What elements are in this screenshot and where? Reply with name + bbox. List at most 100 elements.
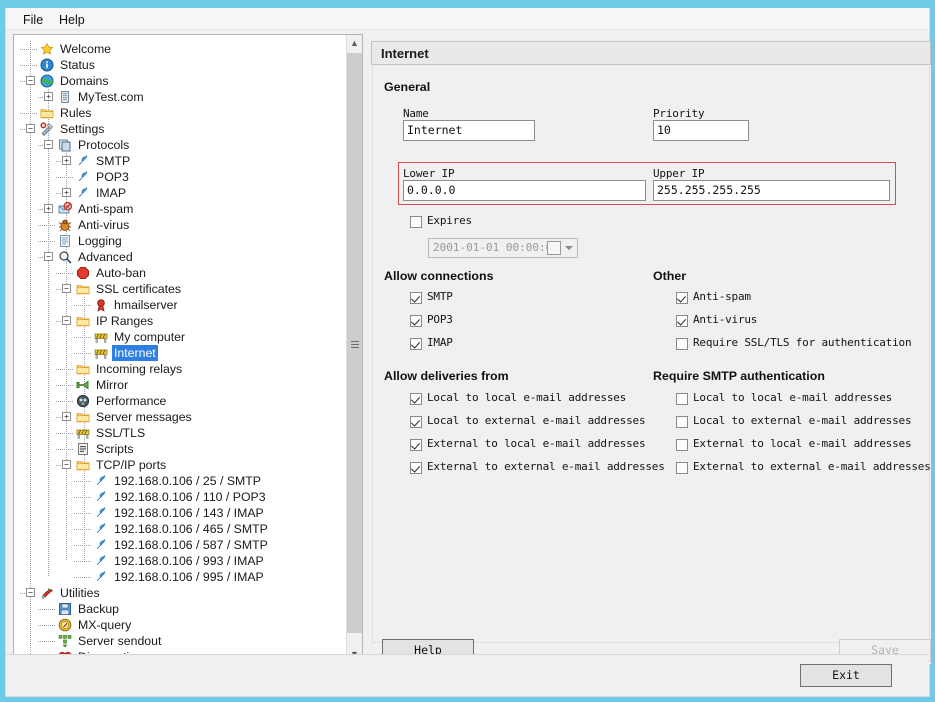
checkbox-unchecked-icon[interactable] bbox=[676, 462, 688, 474]
other-title: Other bbox=[653, 269, 687, 283]
tree-item-auto-ban[interactable]: Auto-ban bbox=[14, 265, 347, 281]
tree-item-ip-ranges[interactable]: − IP Ranges bbox=[14, 313, 347, 329]
collapse-icon[interactable]: − bbox=[44, 252, 53, 261]
tree-item-label: SSL certificates bbox=[96, 282, 181, 296]
collapse-icon[interactable]: − bbox=[62, 316, 71, 325]
tree-item-tcp-ip-ports[interactable]: − TCP/IP ports bbox=[14, 457, 347, 473]
tree-item-192-168-0-106-25-smtp[interactable]: 192.168.0.106 / 25 / SMTP bbox=[14, 473, 347, 489]
tree-item-anti-virus[interactable]: Anti-virus bbox=[14, 217, 347, 233]
tree-node-list[interactable]: Welcome Status − Domains + MyTest.com Rules − Se… bbox=[14, 35, 347, 663]
expand-icon[interactable]: + bbox=[44, 204, 53, 213]
performance-icon bbox=[76, 394, 90, 408]
expires-date-picker[interactable]: 2001-01-01 00:00:00 bbox=[428, 238, 578, 258]
bottom-divider bbox=[6, 654, 929, 655]
expand-icon[interactable]: + bbox=[62, 412, 71, 421]
tree-item-mirror[interactable]: Mirror bbox=[14, 377, 347, 393]
expand-icon[interactable]: + bbox=[44, 92, 53, 101]
tree-connector bbox=[56, 433, 74, 434]
collapse-icon[interactable]: − bbox=[62, 460, 71, 469]
tree-item-imap[interactable]: + IMAP bbox=[14, 185, 347, 201]
tree-item-192-168-0-106-110-pop3[interactable]: 192.168.0.106 / 110 / POP3 bbox=[14, 489, 347, 505]
name-input[interactable]: Internet bbox=[403, 120, 535, 141]
tree-item-mytest-com[interactable]: + MyTest.com bbox=[14, 89, 347, 105]
tree-item-domains[interactable]: − Domains bbox=[14, 73, 347, 89]
require-smtp-auth-label: External to local e-mail addresses bbox=[693, 437, 912, 450]
tree-item-incoming-relays[interactable]: Incoming relays bbox=[14, 361, 347, 377]
checkbox-checked-icon[interactable] bbox=[410, 338, 422, 350]
checkbox-checked-icon[interactable] bbox=[676, 315, 688, 327]
scroll-up-icon[interactable]: ▲ bbox=[347, 35, 362, 52]
allow-connections-title: Allow connections bbox=[384, 269, 494, 283]
navigation-tree-panel[interactable]: Welcome Status − Domains + MyTest.com Rules − Se… bbox=[13, 34, 363, 664]
tree-item-smtp[interactable]: + SMTP bbox=[14, 153, 347, 169]
collapse-icon[interactable]: − bbox=[26, 76, 35, 85]
collapse-icon[interactable]: − bbox=[62, 284, 71, 293]
tree-item-label: Logging bbox=[78, 234, 122, 248]
tree-item-label: Welcome bbox=[60, 42, 112, 56]
checkbox-unchecked-icon[interactable] bbox=[676, 338, 688, 350]
tree-item-status[interactable]: Status bbox=[14, 57, 347, 73]
tree-item-label: TCP/IP ports bbox=[96, 458, 167, 472]
tree-item-internet[interactable]: Internet bbox=[14, 345, 347, 361]
plug-icon bbox=[76, 170, 90, 184]
plug-icon bbox=[94, 474, 108, 488]
tree-item-utilities[interactable]: − Utilities bbox=[14, 585, 347, 601]
checkbox-unchecked-icon[interactable] bbox=[676, 439, 688, 451]
tree-connector bbox=[56, 449, 74, 450]
tree-item-192-168-0-106-995-imap[interactable]: 192.168.0.106 / 995 / IMAP bbox=[14, 569, 347, 585]
scrollbar-thumb[interactable] bbox=[347, 53, 362, 633]
checkbox-unchecked-icon[interactable] bbox=[676, 393, 688, 405]
tree-item-pop3[interactable]: POP3 bbox=[14, 169, 347, 185]
tree-item-ssl-certificates[interactable]: − SSL certificates bbox=[14, 281, 347, 297]
tree-connector bbox=[20, 65, 38, 66]
menu-file[interactable]: File bbox=[16, 11, 50, 28]
tree-item-ssl-tls[interactable]: SSL/TLS bbox=[14, 425, 347, 441]
lower-ip-input[interactable]: 0.0.0.0 bbox=[403, 180, 646, 201]
checkbox-checked-icon[interactable] bbox=[410, 292, 422, 304]
checkbox-checked-icon[interactable] bbox=[410, 393, 422, 405]
menu-help[interactable]: Help bbox=[52, 11, 92, 28]
collapse-icon[interactable]: − bbox=[26, 588, 35, 597]
tree-item-mx-query[interactable]: MX-query bbox=[14, 617, 347, 633]
checkbox-checked-icon[interactable] bbox=[410, 416, 422, 428]
tree-item-anti-spam[interactable]: + Anti-spam bbox=[14, 201, 347, 217]
tree-item-backup[interactable]: Backup bbox=[14, 601, 347, 617]
expires-date-value: 2001-01-01 00:00:00 bbox=[433, 241, 559, 254]
chevron-down-icon[interactable] bbox=[565, 246, 573, 250]
collapse-icon[interactable]: − bbox=[44, 140, 53, 149]
tree-item-rules[interactable]: Rules bbox=[14, 105, 347, 121]
exit-button[interactable]: Exit bbox=[800, 664, 892, 687]
tree-item-advanced[interactable]: − Advanced bbox=[14, 249, 347, 265]
magnifier-icon bbox=[58, 250, 72, 264]
checkbox-checked-icon[interactable] bbox=[410, 462, 422, 474]
expires-checkbox[interactable] bbox=[410, 216, 422, 228]
tree-item-192-168-0-106-993-imap[interactable]: 192.168.0.106 / 993 / IMAP bbox=[14, 553, 347, 569]
tree-item-performance[interactable]: Performance bbox=[14, 393, 347, 409]
calendar-icon[interactable] bbox=[547, 241, 561, 255]
require-smtp-auth-label: Local to local e-mail addresses bbox=[693, 391, 893, 404]
tree-item-label: Auto-ban bbox=[96, 266, 146, 280]
tree-item-hmailserver[interactable]: hmailserver bbox=[14, 297, 347, 313]
tree-item-server-sendout[interactable]: Server sendout bbox=[14, 633, 347, 649]
checkbox-unchecked-icon[interactable] bbox=[676, 416, 688, 428]
checkbox-checked-icon[interactable] bbox=[410, 439, 422, 451]
expand-icon[interactable]: + bbox=[62, 156, 71, 165]
collapse-icon[interactable]: − bbox=[26, 124, 35, 133]
tree-item-192-168-0-106-465-smtp[interactable]: 192.168.0.106 / 465 / SMTP bbox=[14, 521, 347, 537]
tree-item-my-computer[interactable]: My computer bbox=[14, 329, 347, 345]
tree-item-label: IP Ranges bbox=[96, 314, 154, 328]
checkbox-checked-icon[interactable] bbox=[410, 315, 422, 327]
tree-item-192-168-0-106-587-smtp[interactable]: 192.168.0.106 / 587 / SMTP bbox=[14, 537, 347, 553]
priority-input[interactable]: 10 bbox=[653, 120, 749, 141]
tree-item-server-messages[interactable]: + Server messages bbox=[14, 409, 347, 425]
tree-scrollbar[interactable]: ▲ ▼ bbox=[346, 35, 362, 663]
upper-ip-input[interactable]: 255.255.255.255 bbox=[653, 180, 890, 201]
checkbox-checked-icon[interactable] bbox=[676, 292, 688, 304]
tree-item-settings[interactable]: − Settings bbox=[14, 121, 347, 137]
expand-icon[interactable]: + bbox=[62, 188, 71, 197]
tree-item-192-168-0-106-143-imap[interactable]: 192.168.0.106 / 143 / IMAP bbox=[14, 505, 347, 521]
tree-item-welcome[interactable]: Welcome bbox=[14, 41, 347, 57]
tree-item-protocols[interactable]: − Protocols bbox=[14, 137, 347, 153]
tree-item-scripts[interactable]: Scripts bbox=[14, 441, 347, 457]
tree-item-logging[interactable]: Logging bbox=[14, 233, 347, 249]
